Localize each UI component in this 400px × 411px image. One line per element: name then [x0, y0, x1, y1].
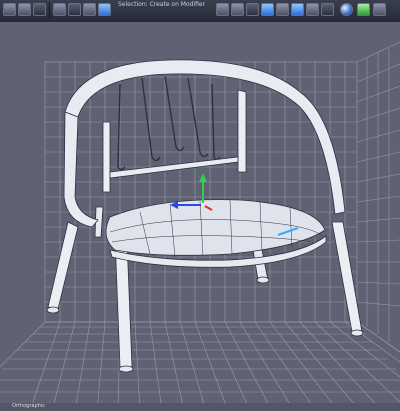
link-icon[interactable] [216, 3, 229, 16]
sphere-icon[interactable] [291, 3, 304, 16]
floor-grid [0, 321, 400, 411]
settings-icon[interactable] [373, 3, 386, 16]
viewport-canvas[interactable] [0, 22, 400, 411]
right-wall-grid [356, 41, 400, 353]
render-icon[interactable] [357, 3, 370, 16]
rotate-icon[interactable] [33, 3, 46, 16]
main-toolbar: Selection: Create on Modifier [0, 0, 400, 23]
scale-icon[interactable] [53, 3, 66, 16]
undo-icon[interactable] [83, 3, 96, 16]
box-icon[interactable] [276, 3, 289, 16]
move-icon[interactable] [18, 3, 31, 16]
cylinder-icon[interactable] [306, 3, 319, 16]
camera-icon[interactable] [231, 3, 244, 16]
viewport-label: Orthographic [12, 403, 45, 409]
grid-icon[interactable] [261, 3, 274, 16]
select-arrow-icon[interactable] [3, 3, 16, 16]
modeling-app: Selection: Create on Modifier Orthograph… [0, 0, 400, 411]
redo-icon[interactable] [98, 3, 111, 16]
snap-icon[interactable] [68, 3, 81, 16]
globe-icon[interactable] [340, 3, 353, 16]
3d-viewport[interactable]: Orthographic [0, 22, 400, 411]
viewport-status-bar: Orthographic [0, 403, 400, 411]
toolbar-separator [49, 2, 50, 18]
torus-icon[interactable] [321, 3, 334, 16]
toolbar-mode-text: Selection: Create on Modifier [118, 1, 206, 8]
light-icon[interactable] [246, 3, 259, 16]
